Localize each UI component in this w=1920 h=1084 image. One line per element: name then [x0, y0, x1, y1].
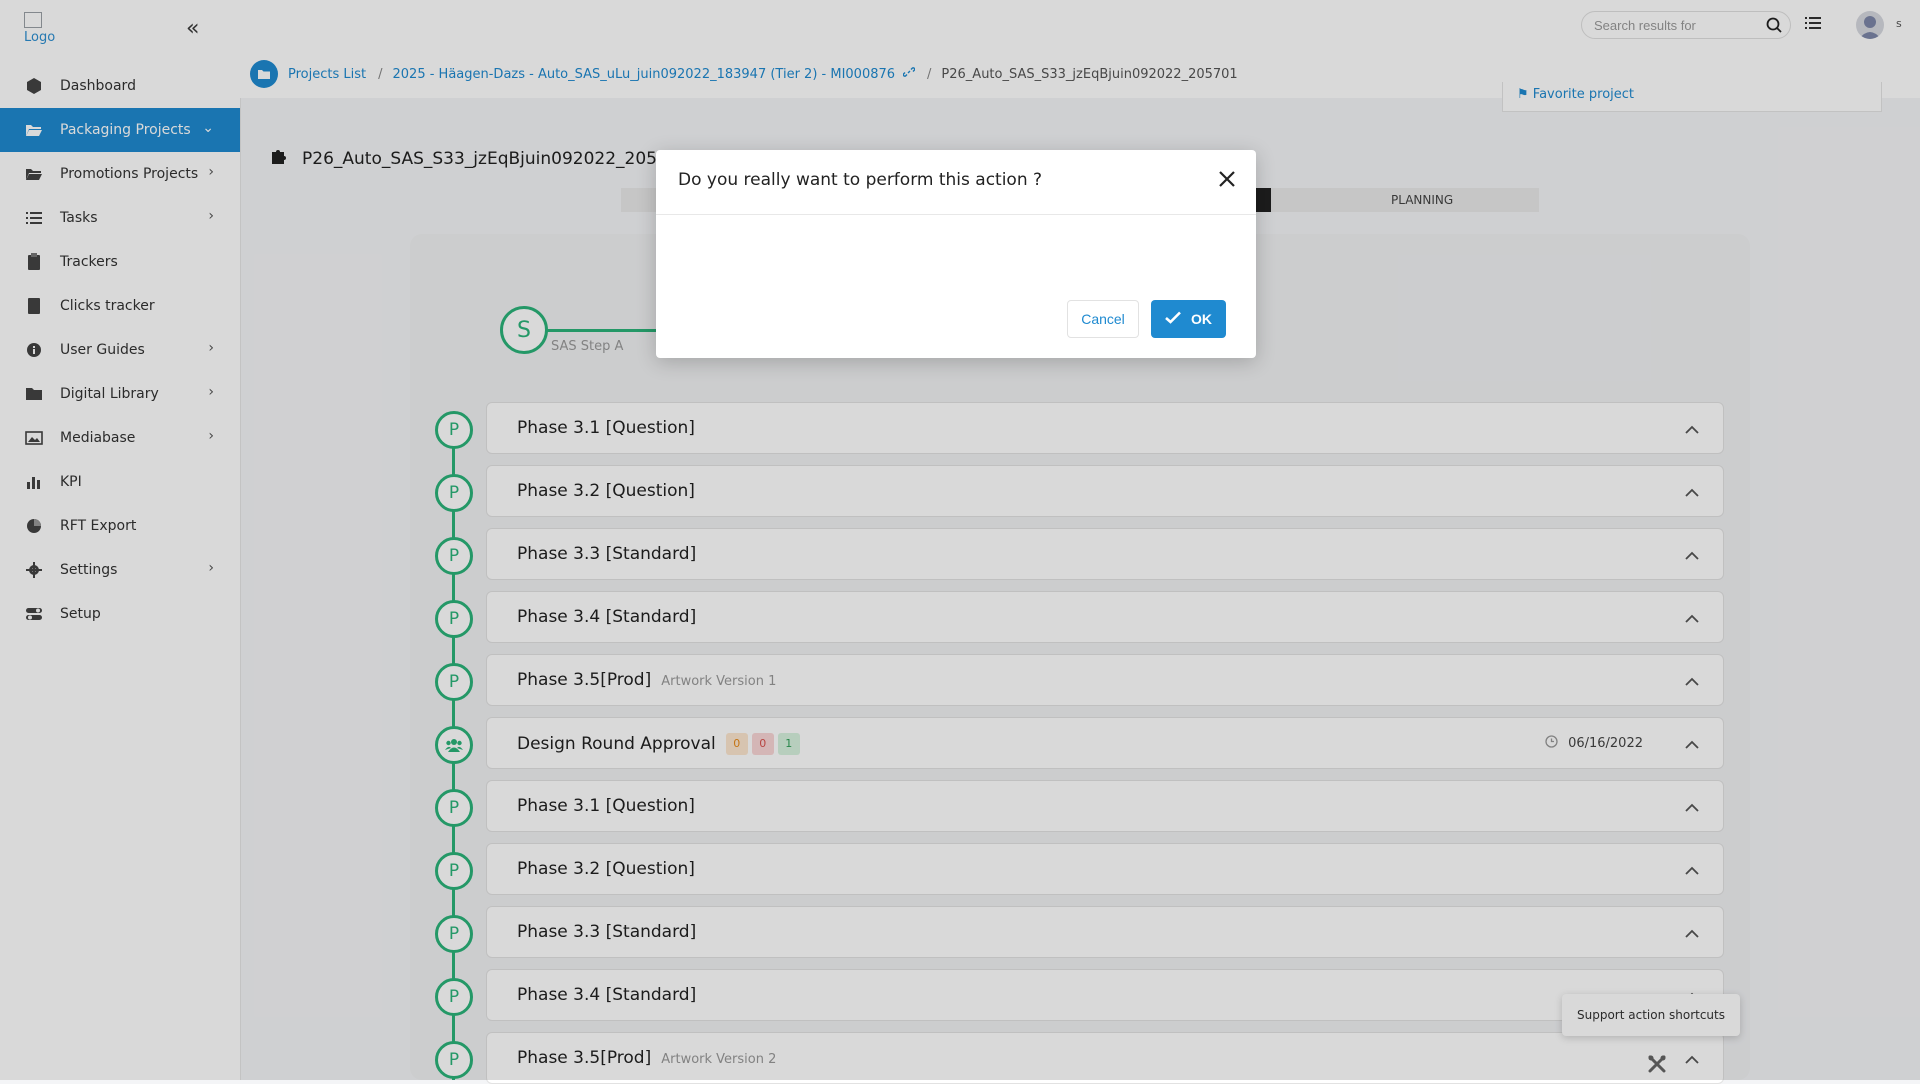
check-icon [1165, 311, 1181, 327]
dialog-title: Do you really want to perform this actio… [678, 170, 1043, 190]
dialog-divider [656, 214, 1256, 215]
ok-button-label: OK [1191, 311, 1212, 327]
close-icon[interactable] [1218, 170, 1236, 192]
cancel-button[interactable]: Cancel [1067, 300, 1139, 338]
confirm-dialog: Do you really want to perform this actio… [656, 150, 1256, 358]
ok-button[interactable]: OK [1151, 300, 1226, 338]
